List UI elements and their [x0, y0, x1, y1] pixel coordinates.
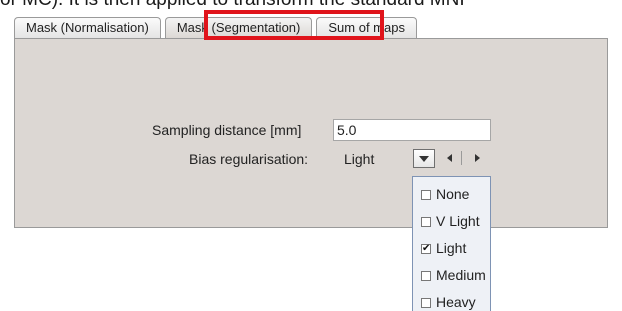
menu-item-none[interactable]: None: [413, 181, 490, 208]
dropdown-arrow-icon: [419, 156, 429, 162]
checkbox-icon: [421, 190, 431, 200]
bias-regularisation-value: Light: [344, 151, 375, 167]
menu-item-v-light[interactable]: V Light: [413, 208, 490, 235]
checkbox-icon: [421, 217, 431, 227]
previous-option-button[interactable]: [443, 150, 457, 167]
bias-regularisation-label: Bias regularisation:: [189, 151, 309, 167]
menu-item-medium[interactable]: Medium: [413, 262, 490, 289]
menu-item-label: Heavy: [436, 294, 476, 310]
arrow-right-icon: [475, 154, 480, 162]
sampling-distance-input[interactable]: [333, 119, 491, 141]
menu-item-label: Light: [436, 240, 467, 256]
menu-item-heavy[interactable]: Heavy: [413, 289, 490, 311]
next-option-button[interactable]: [470, 150, 484, 167]
screenshot-stage: or MC). It is then applied to transform …: [0, 0, 622, 311]
tab-mask-normalisation[interactable]: Mask (Normalisation): [14, 17, 161, 38]
menu-item-label: V Light: [436, 213, 480, 229]
arrow-separator: [461, 151, 462, 165]
menu-item-label: Medium: [436, 267, 486, 283]
menu-item-light[interactable]: ✔ Light: [413, 235, 490, 262]
checkbox-icon: [421, 271, 431, 281]
bias-options-menu: None V Light ✔ Light Medium Heavy: [412, 176, 491, 311]
menu-item-label: None: [436, 186, 470, 202]
checkbox-icon: [421, 298, 431, 308]
arrow-left-icon: [447, 154, 452, 162]
highlight-annotation-box: [204, 10, 384, 40]
bias-dropdown-button[interactable]: [413, 149, 435, 168]
sampling-distance-label: Sampling distance [mm]: [152, 122, 302, 138]
segmentation-panel: [14, 38, 608, 228]
checkbox-checked-icon: ✔: [421, 243, 431, 254]
